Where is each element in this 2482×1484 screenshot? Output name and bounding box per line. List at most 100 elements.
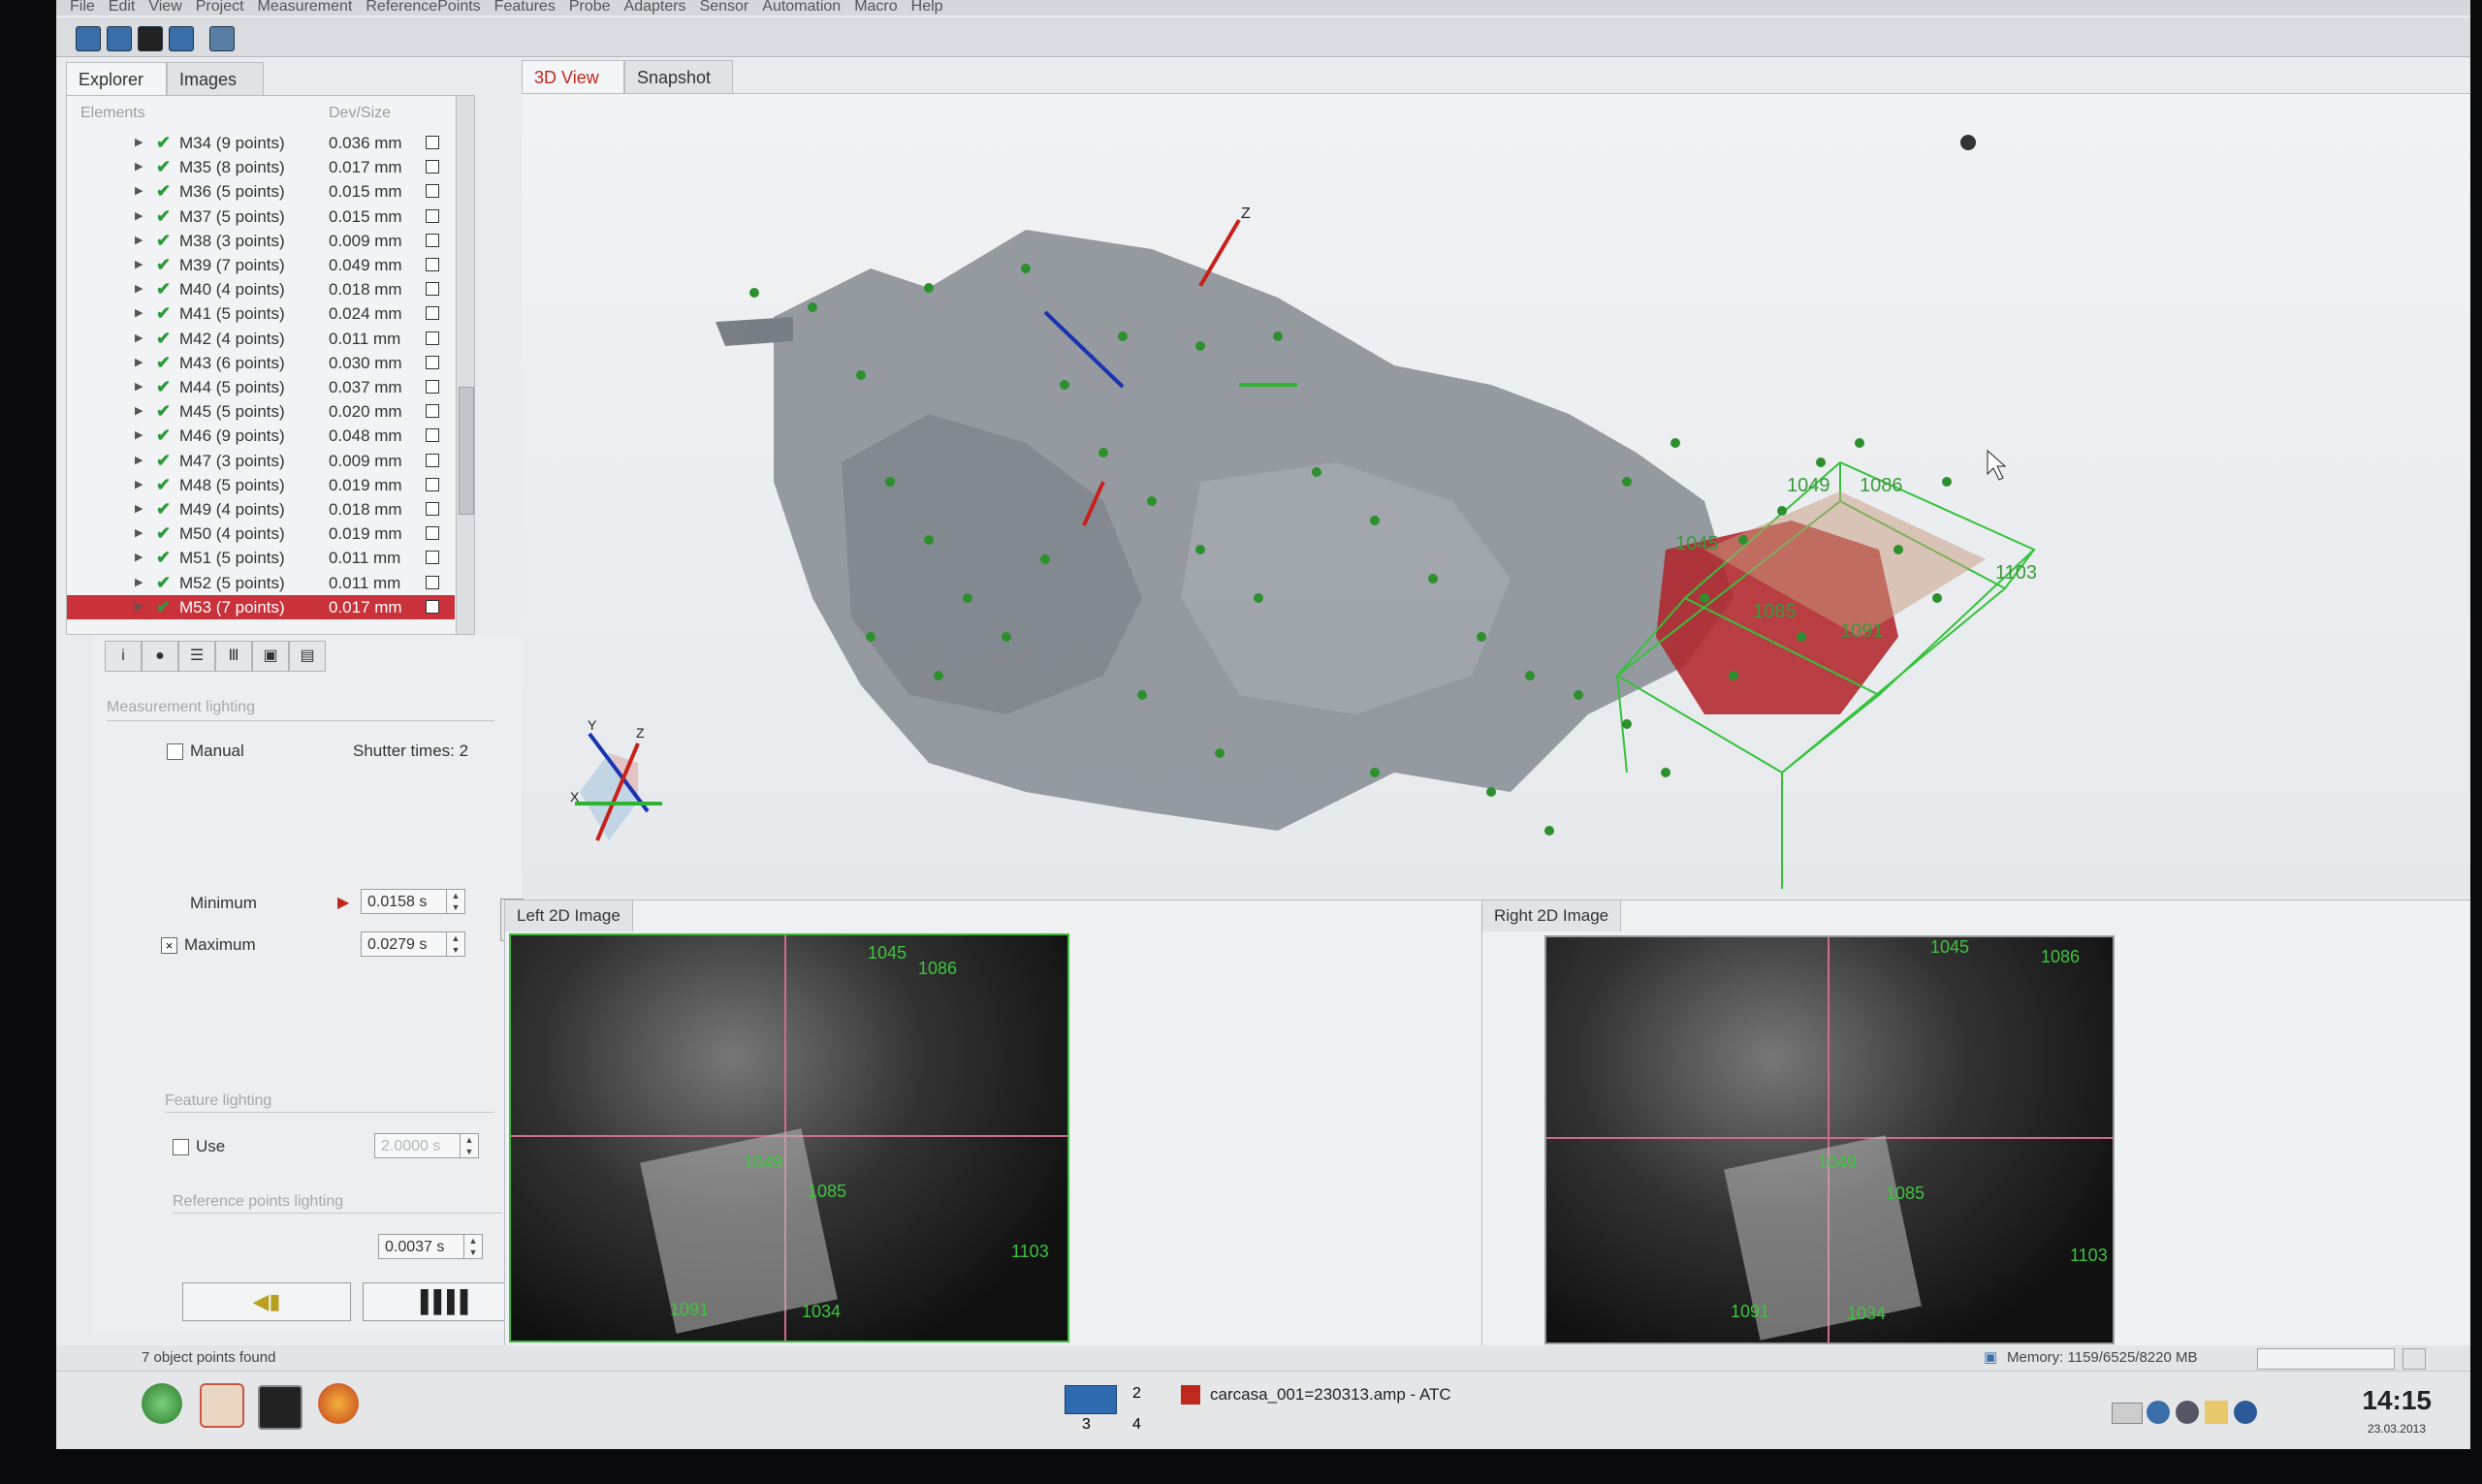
- element-row[interactable]: ▶ ✔ M44 (5 points) 0.037 mm: [67, 375, 455, 399]
- element-row[interactable]: ▶ ✔ M45 (5 points) 0.020 mm: [67, 399, 455, 424]
- open-icon[interactable]: [107, 26, 132, 51]
- network-icon[interactable]: [2176, 1401, 2199, 1424]
- start-menu-icon[interactable]: [142, 1383, 182, 1424]
- visibility-checkbox[interactable]: [426, 355, 439, 369]
- 3d-scene[interactable]: Z 1086 1103 1085 1045 1049 1091 Y Z X: [522, 94, 2470, 899]
- expand-arrow-icon[interactable]: ▶: [135, 546, 143, 570]
- visibility-checkbox[interactable]: [426, 160, 439, 174]
- explorer-scrollbar[interactable]: [456, 96, 474, 634]
- workspace-label[interactable]: 3: [1082, 1416, 1091, 1434]
- expand-arrow-icon[interactable]: ▶: [135, 399, 143, 424]
- expand-arrow-icon[interactable]: ▶: [135, 277, 143, 301]
- expand-arrow-icon[interactable]: ▶: [135, 301, 143, 326]
- update-icon[interactable]: [2234, 1401, 2257, 1424]
- workspace-1-active[interactable]: [1065, 1385, 1117, 1414]
- menu-item-project[interactable]: Project: [196, 0, 244, 15]
- element-row[interactable]: ▶ ✔ M34 (9 points) 0.036 mm: [67, 131, 455, 155]
- help-icon[interactable]: [209, 26, 235, 51]
- element-row[interactable]: ▶ ✔ M52 (5 points) 0.011 mm: [67, 571, 455, 595]
- menu-item-help[interactable]: Help: [911, 0, 943, 15]
- spin-arrows-icon[interactable]: ▲ ▼: [446, 890, 464, 913]
- visibility-checkbox[interactable]: [426, 136, 439, 149]
- expand-arrow-icon[interactable]: ▶: [135, 595, 143, 619]
- tab-explorer[interactable]: Explorer: [66, 62, 167, 95]
- menu-item-referencepoints[interactable]: ReferencePoints: [366, 0, 480, 15]
- expand-arrow-icon[interactable]: ▶: [135, 375, 143, 399]
- camera-icon[interactable]: [169, 26, 194, 51]
- menu-item-edit[interactable]: Edit: [109, 0, 136, 15]
- maximum-checkbox[interactable]: ×: [161, 937, 177, 954]
- column-elements[interactable]: Elements: [80, 100, 145, 127]
- menu-item-macro[interactable]: Macro: [854, 0, 897, 15]
- menu-item-adapters[interactable]: Adapters: [624, 0, 686, 15]
- expand-arrow-icon[interactable]: ▶: [135, 229, 143, 253]
- spin-arrows-icon[interactable]: ▲ ▼: [446, 932, 464, 956]
- visibility-checkbox[interactable]: [426, 477, 439, 491]
- visibility-checkbox[interactable]: [426, 599, 439, 614]
- element-row[interactable]: ▶ ✔ M38 (3 points) 0.009 mm: [67, 229, 455, 253]
- expand-arrow-icon[interactable]: ▶: [135, 473, 143, 497]
- expand-arrow-icon[interactable]: ▶: [135, 327, 143, 351]
- terminal-icon[interactable]: [258, 1385, 302, 1430]
- expand-arrow-icon[interactable]: ▶: [135, 205, 143, 229]
- left-camera-image[interactable]: 1045 1086 1049 1085 1103 1091 1034: [509, 933, 1069, 1342]
- element-row[interactable]: ▶ ✔ M43 (6 points) 0.030 mm: [67, 351, 455, 375]
- tab-3d-view[interactable]: 3D View: [522, 60, 624, 93]
- menu-item-measurement[interactable]: Measurement: [258, 0, 353, 15]
- element-row[interactable]: ▶ ✔ M48 (5 points) 0.019 mm: [67, 473, 455, 497]
- visibility-checkbox[interactable]: [426, 428, 439, 443]
- expand-arrow-icon[interactable]: ▶: [135, 424, 143, 448]
- visibility-checkbox[interactable]: [426, 404, 439, 419]
- manual-checkbox[interactable]: [167, 743, 183, 760]
- column-devsize[interactable]: Dev/Size: [329, 100, 391, 127]
- right-2d-image-tab[interactable]: Right 2D Image: [1482, 900, 1622, 931]
- visibility-checkbox[interactable]: [426, 380, 439, 394]
- workspace-label[interactable]: 2: [1132, 1385, 1141, 1403]
- expand-arrow-icon[interactable]: ▶: [135, 571, 143, 595]
- spin-arrows-icon[interactable]: ▲ ▼: [460, 1134, 478, 1157]
- new-icon[interactable]: [76, 26, 101, 51]
- visibility-checkbox[interactable]: [426, 502, 439, 516]
- use-checkbox[interactable]: [173, 1139, 189, 1155]
- list-icon[interactable]: ☰: [178, 641, 215, 672]
- menu-item-file[interactable]: File: [70, 0, 95, 15]
- element-row[interactable]: ▶ ✔ M49 (4 points) 0.018 mm: [67, 497, 455, 521]
- element-row[interactable]: ▶ ✔ M47 (3 points) 0.009 mm: [67, 449, 455, 473]
- menu-item-probe[interactable]: Probe: [569, 0, 611, 15]
- pattern-icon[interactable]: Ⅲ: [215, 641, 252, 672]
- element-row[interactable]: ▶ ✔ M40 (4 points) 0.018 mm: [67, 277, 455, 301]
- expand-arrow-icon[interactable]: ▶: [135, 253, 143, 277]
- image-icon[interactable]: ▣: [252, 641, 289, 672]
- visibility-checkbox[interactable]: [426, 453, 439, 467]
- spin-arrows-icon[interactable]: ▲ ▼: [463, 1235, 482, 1258]
- visibility-checkbox[interactable]: [426, 258, 439, 271]
- visibility-checkbox[interactable]: [426, 208, 439, 223]
- visibility-checkbox[interactable]: [426, 306, 439, 321]
- expand-arrow-icon[interactable]: ▶: [135, 351, 143, 375]
- menu-item-sensor[interactable]: Sensor: [700, 0, 749, 15]
- element-row[interactable]: ▶ ✔ M36 (5 points) 0.015 mm: [67, 179, 455, 204]
- expand-arrow-icon[interactable]: ▶: [135, 497, 143, 521]
- expand-arrow-icon[interactable]: ▶: [135, 179, 143, 204]
- right-camera-image[interactable]: 1045 1086 1049 1085 1103 1091 1034: [1544, 935, 2115, 1344]
- resize-grip-icon[interactable]: [2402, 1348, 2426, 1370]
- keyboard-layout-icon[interactable]: [2112, 1403, 2143, 1424]
- info-icon[interactable]: i: [105, 641, 142, 672]
- element-row[interactable]: ▶ ✔ M50 (4 points) 0.019 mm: [67, 521, 455, 546]
- image-settings-icon[interactable]: ▤: [289, 641, 326, 672]
- clock-time[interactable]: 14:15: [2362, 1385, 2432, 1416]
- firefox-icon[interactable]: [318, 1383, 359, 1424]
- visibility-checkbox[interactable]: [426, 526, 439, 541]
- element-row[interactable]: ▶ ✔ M42 (4 points) 0.011 mm: [67, 327, 455, 351]
- use-spinbox[interactable]: 2.0000 s ▲ ▼: [374, 1133, 479, 1158]
- dice-icon[interactable]: [138, 26, 163, 51]
- reference-spinbox[interactable]: 0.0037 s ▲ ▼: [378, 1234, 483, 1259]
- expand-arrow-icon[interactable]: ▶: [135, 131, 143, 155]
- taskbar-window-title[interactable]: carcasa_001=230313.amp - ATC: [1210, 1385, 1451, 1405]
- element-row[interactable]: ▶ ✔ M46 (9 points) 0.048 mm: [67, 424, 455, 448]
- visibility-checkbox[interactable]: [426, 575, 439, 589]
- menu-item-features[interactable]: Features: [494, 0, 556, 15]
- visibility-checkbox[interactable]: [426, 331, 439, 345]
- tab-images[interactable]: Images: [167, 62, 264, 95]
- element-row[interactable]: ▶ ✔ M37 (5 points) 0.015 mm: [67, 205, 455, 229]
